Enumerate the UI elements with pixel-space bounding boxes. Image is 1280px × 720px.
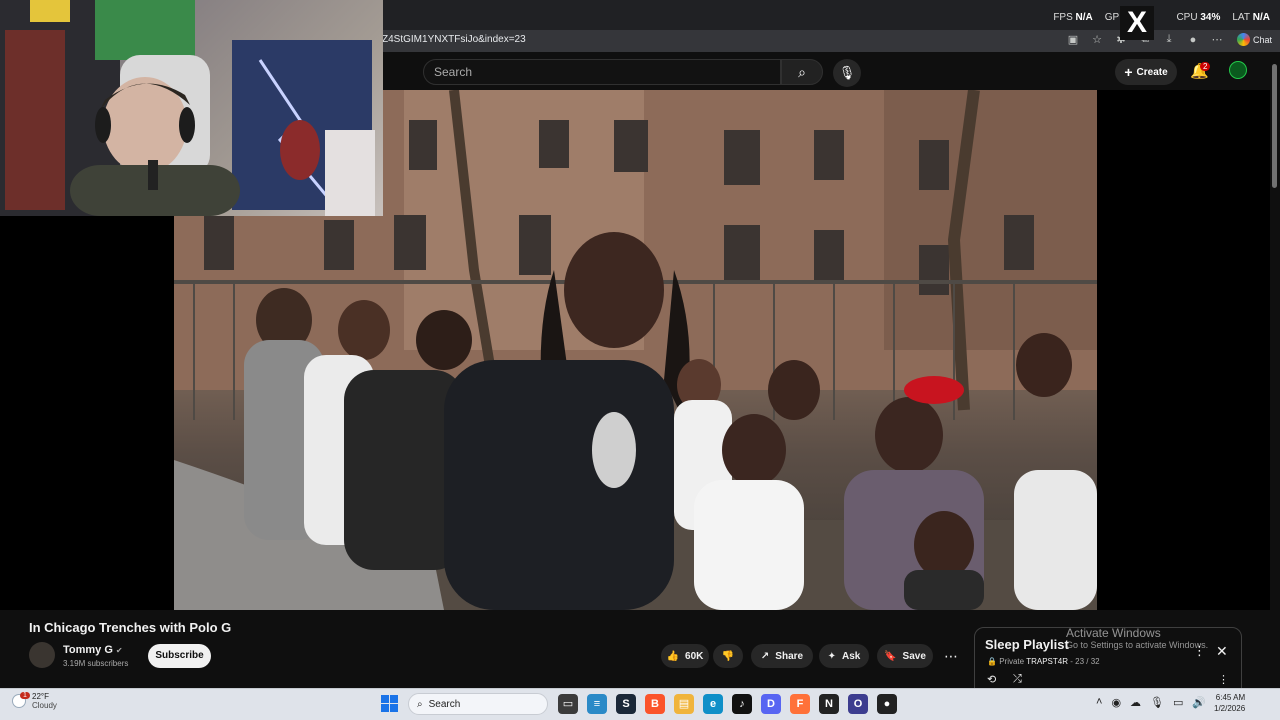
weather-temp: 22°F [32, 692, 49, 701]
channel-name-text[interactable]: Tommy G [63, 644, 113, 656]
chat-button[interactable]: Chat [1236, 33, 1272, 46]
like-count: 60K [685, 650, 704, 662]
file-explorer-icon[interactable]: ▤ [674, 694, 694, 714]
chat-label: Chat [1252, 34, 1272, 45]
lat-label: LAT [1232, 12, 1250, 23]
lock-icon: 🔒 [987, 657, 997, 666]
obs-icon[interactable]: O [848, 694, 868, 714]
microphone-tray-icon[interactable]: 🎙 [1150, 696, 1164, 709]
perf-overlay: FPS N/A GPU CPU 34% LAT N/A [1053, 12, 1270, 23]
taskbar-apps: ▭ ≡ S B ▤ e ♪ D F N O ● [558, 694, 897, 714]
lat-value: N/A [1252, 12, 1270, 23]
taskbar-search[interactable]: ⌕ Search [408, 693, 548, 715]
microphone-icon: 🎙 [838, 65, 856, 80]
record-icon[interactable]: ● [877, 694, 897, 714]
clock-time: 6:45 AM [1215, 693, 1246, 702]
playlist-position: 23 / 32 [1075, 657, 1100, 666]
watermark-line-1: Activate Windows [1066, 626, 1161, 640]
sparkle-icon: ✦ [827, 650, 837, 662]
shuffle-icon[interactable]: ⤮ [1013, 673, 1022, 686]
profile-icon[interactable]: ● [1186, 34, 1200, 46]
bookmark-icon: 🔖 [884, 650, 897, 662]
clock-date: 1/2/2026 [1214, 704, 1246, 713]
like-button[interactable]: 👍 60K [661, 644, 709, 668]
more-actions-icon[interactable]: ⋯ [940, 644, 962, 668]
activate-windows-watermark: Activate Windows Go to Settings to activ… [1066, 626, 1208, 650]
playlist-separator: - [1070, 657, 1073, 666]
video-title: In Chicago Trenches with Polo G [29, 620, 232, 635]
search-input[interactable]: Search [423, 59, 781, 85]
voice-search-button[interactable]: 🎙 [833, 59, 861, 87]
webcam-overlay [0, 0, 383, 216]
playlist-more-icon[interactable]: ⋮ [1218, 673, 1229, 686]
scrollbar-thumb[interactable] [1272, 64, 1277, 188]
subscriber-count: 3.19M subscribers [63, 659, 129, 668]
nvidia-icon[interactable]: N [819, 694, 839, 714]
fps-label: FPS [1053, 12, 1073, 23]
cpu-value: 34% [1200, 12, 1221, 23]
star-icon[interactable]: ☆ [1090, 33, 1104, 46]
edge-icon[interactable]: e [703, 694, 723, 714]
thumbs-down-icon: 👎 [721, 650, 735, 662]
ask-button[interactable]: ✦ Ask [819, 644, 869, 668]
menu-icon[interactable]: ⋯ [1210, 33, 1224, 46]
subscribe-button[interactable]: Subscribe [148, 644, 211, 668]
weather-desc: Cloudy [32, 701, 57, 710]
channel-avatar[interactable] [29, 642, 55, 668]
playlist-owner[interactable]: TRAPST4R [1026, 657, 1068, 666]
chat-icon [1236, 33, 1250, 46]
playlist-privacy: Private [999, 657, 1025, 666]
steam-tray-icon[interactable]: ◉ [1111, 696, 1121, 709]
taskbar-search-label: Search [428, 698, 461, 710]
create-label: Create [1136, 66, 1168, 78]
steam-icon[interactable]: S [616, 694, 636, 714]
share-label: Share [775, 650, 804, 662]
channel-name[interactable]: Tommy G ✔ [63, 644, 123, 656]
task-view-icon[interactable]: ▭ [558, 694, 578, 714]
save-label: Save [902, 650, 926, 662]
watermark-line-2: Go to Settings to activate Windows. [1066, 640, 1209, 650]
firefox-icon[interactable]: F [790, 694, 810, 714]
playlist-title[interactable]: Sleep Playlist [985, 637, 1069, 652]
weather-badge: 1 [20, 692, 30, 699]
brave-icon[interactable]: B [645, 694, 665, 714]
url-text[interactable]: Z4StGIM1YNXTFsiJo&index=23 [382, 34, 526, 45]
x-logo-icon: X [1120, 6, 1154, 40]
taskbar-clock[interactable]: 6:45 AM 1/2/2026 [1214, 692, 1245, 714]
volume-icon[interactable]: 🔊 [1192, 696, 1206, 709]
share-icon: ↗ [760, 650, 770, 662]
system-tray: ˄ ◉ ☁ 🎙 ▭ 🔊 [1096, 696, 1206, 709]
start-button[interactable] [381, 695, 398, 712]
display-icon[interactable]: ▭ [1173, 696, 1183, 709]
search-icon: ⌕ [417, 698, 423, 710]
discord-icon[interactable]: D [761, 694, 781, 714]
create-button[interactable]: + Create [1115, 59, 1177, 85]
ask-label: Ask [842, 650, 861, 662]
download-icon[interactable]: ⤓ [1162, 33, 1176, 46]
verified-icon: ✔ [115, 646, 123, 655]
app-icon[interactable]: ▣ [1066, 33, 1080, 46]
webcam-scene [0, 0, 375, 216]
account-avatar[interactable] [1229, 61, 1247, 79]
dislike-button[interactable]: 👎 [713, 644, 743, 668]
thumbs-up-icon: 👍 [666, 650, 680, 662]
playlist-meta: 🔒 Private TRAPST4R - 23 / 32 [987, 657, 1100, 666]
search-button[interactable]: ⌕ [781, 59, 823, 85]
save-button[interactable]: 🔖 Save [877, 644, 933, 668]
tiktok-icon[interactable]: ♪ [732, 694, 752, 714]
close-icon[interactable]: ✕ [1216, 643, 1228, 660]
plus-icon: + [1124, 64, 1133, 80]
cpu-label: CPU [1176, 12, 1198, 23]
chevron-up-icon[interactable]: ˄ [1096, 696, 1102, 709]
fps-value: N/A [1075, 12, 1093, 23]
notes-app-icon[interactable]: ≡ [587, 694, 607, 714]
cloud-sync-icon[interactable]: ☁ [1130, 696, 1141, 709]
search-icon: ⌕ [798, 64, 806, 80]
weather-widget[interactable]: 22°F Cloudy [12, 692, 57, 710]
share-button[interactable]: ↗ Share [751, 644, 813, 668]
loop-icon[interactable]: ⟲ [987, 673, 996, 686]
